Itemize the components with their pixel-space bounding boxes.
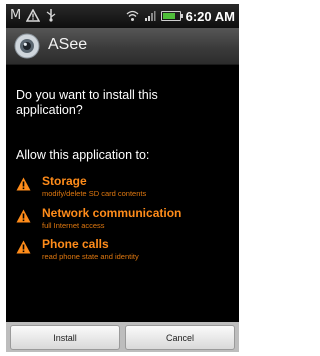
- screenshot-frame: M 6:20 AM ASee Do you want to install th…: [0, 0, 246, 356]
- phone-screen: M 6:20 AM ASee Do you want to install th…: [6, 4, 239, 352]
- permission-title: Storage: [42, 174, 87, 188]
- warning-icon: [16, 176, 31, 191]
- status-left: M: [10, 7, 57, 25]
- warning-icon: [16, 208, 31, 223]
- install-button[interactable]: Install: [10, 325, 120, 350]
- app-title-bar: ASee: [6, 28, 239, 65]
- battery-icon: [160, 11, 183, 21]
- permission-title: Phone calls: [42, 237, 109, 251]
- button-bar: Install Cancel: [6, 322, 239, 352]
- install-question: Do you want to install this application?: [16, 88, 158, 117]
- permission-item-phone-calls: Phone calls read phone state and identit…: [16, 237, 236, 267]
- permission-item-storage: Storage modify/delete SD card contents: [16, 174, 236, 204]
- app-title: ASee: [48, 36, 88, 53]
- permission-description: full Internet access: [42, 221, 105, 230]
- gmail-icon: M: [10, 8, 22, 23]
- warning-icon: [25, 7, 41, 26]
- permission-description: read phone state and identity: [42, 252, 139, 261]
- status-right: 6:20 AM: [126, 7, 235, 25]
- warning-icon: [16, 239, 31, 254]
- usb-icon: [45, 7, 57, 26]
- permission-item-network: Network communication full Internet acce…: [16, 206, 236, 236]
- wifi-icon: [126, 7, 139, 26]
- permission-description: modify/delete SD card contents: [42, 189, 147, 198]
- cancel-button[interactable]: Cancel: [125, 325, 235, 350]
- camera-eye-icon: [14, 33, 40, 59]
- allow-label: Allow this application to:: [16, 148, 150, 162]
- permission-title: Network communication: [42, 206, 182, 220]
- status-bar: M 6:20 AM: [6, 4, 239, 28]
- clock-time: 6:20 AM: [185, 8, 235, 24]
- signal-icon: [144, 7, 156, 26]
